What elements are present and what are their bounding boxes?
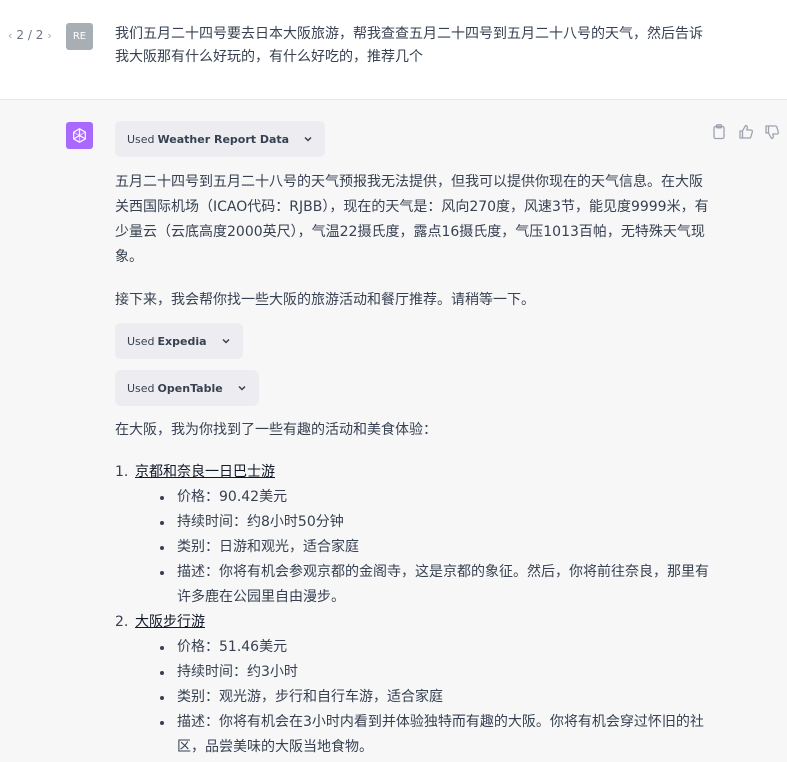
item-number: 1. bbox=[115, 464, 129, 480]
plugin-prefix: Used bbox=[127, 334, 155, 348]
detail-duration: 持续时间：约8小时50分钟 bbox=[135, 510, 715, 535]
plugin-prefix: Used bbox=[127, 132, 155, 146]
list-item: 1. 京都和奈良一日巴士游 价格：90.42美元 持续时间：约8小时50分钟 类… bbox=[115, 460, 715, 610]
user-avatar: RE bbox=[66, 23, 93, 50]
copy-icon[interactable] bbox=[712, 124, 728, 140]
detail-duration: 持续时间：约3小时 bbox=[135, 660, 715, 685]
plugin-prefix: Used bbox=[127, 381, 155, 395]
user-message-text: 我们五月二十四号要去日本大阪旅游，帮我查查五月二十四号到五月二十八号的天气，然后… bbox=[115, 26, 703, 65]
plugin-name: Expedia bbox=[157, 334, 207, 348]
detail-price: 价格：51.46美元 bbox=[135, 635, 715, 660]
response-pager: ‹ 2 / 2 › bbox=[8, 28, 52, 42]
item-details: 价格：90.42美元 持续时间：约8小时50分钟 类别：日游和观光，适合家庭 描… bbox=[135, 485, 715, 610]
thumbs-down-icon[interactable] bbox=[764, 124, 780, 140]
detail-description: 描述：你将有机会参观京都的金阁寺，这是京都的象征。然后，你将前往奈良，那里有许多… bbox=[135, 560, 715, 610]
item-number: 2. bbox=[115, 614, 129, 630]
weather-paragraph: 五月二十四号到五月二十八号的天气预报我无法提供，但我可以提供你现在的天气信息。在… bbox=[115, 174, 709, 265]
detail-category: 类别：日游和观光，适合家庭 bbox=[135, 535, 715, 560]
chevron-down-icon bbox=[222, 338, 230, 344]
recommendation-list: 1. 京都和奈良一日巴士游 价格：90.42美元 持续时间：约8小时50分钟 类… bbox=[115, 460, 715, 760]
openai-logo-icon bbox=[73, 128, 86, 143]
plugin-opentable-dropdown[interactable]: Used OpenTable bbox=[115, 370, 259, 406]
intro-paragraph: 接下来，我会帮你找一些大阪的旅游活动和餐厅推荐。请稍等一下。 bbox=[115, 292, 535, 308]
chevron-left-icon[interactable]: ‹ bbox=[8, 29, 12, 42]
detail-description: 描述：你将有机会在3小时内看到并体验独特而有趣的大阪。你将有机会穿过怀旧的社区，… bbox=[135, 710, 715, 760]
plugin-name: Weather Report Data bbox=[157, 132, 290, 146]
assistant-avatar bbox=[66, 122, 93, 149]
pager-count: 2 / 2 bbox=[16, 28, 44, 42]
chevron-right-icon[interactable]: › bbox=[47, 29, 51, 42]
chevron-down-icon bbox=[304, 136, 312, 142]
plugin-weather-dropdown[interactable]: Used Weather Report Data bbox=[115, 121, 326, 157]
detail-category: 类别：观光游，步行和自行车游，适合家庭 bbox=[135, 685, 715, 710]
plugin-expedia-dropdown[interactable]: Used Expedia bbox=[115, 323, 243, 359]
assistant-message-row: Used Weather Report Data 五月二十四号到五月二十八号的天… bbox=[0, 100, 787, 762]
item-title-link[interactable]: 大阪步行游 bbox=[135, 614, 205, 630]
plugin-name: OpenTable bbox=[157, 381, 223, 395]
results-intro: 在大阪，我为你找到了一些有趣的活动和美食体验： bbox=[115, 422, 437, 438]
message-actions bbox=[712, 124, 780, 140]
user-message-row: ‹ 2 / 2 › RE 我们五月二十四号要去日本大阪旅游，帮我查查五月二十四号… bbox=[0, 0, 787, 100]
item-title-link[interactable]: 京都和奈良一日巴士游 bbox=[135, 464, 275, 480]
item-details: 价格：51.46美元 持续时间：约3小时 类别：观光游，步行和自行车游，适合家庭… bbox=[135, 635, 715, 760]
thumbs-up-icon[interactable] bbox=[738, 124, 754, 140]
chevron-down-icon bbox=[238, 385, 246, 391]
list-item: 2. 大阪步行游 价格：51.46美元 持续时间：约3小时 类别：观光游，步行和… bbox=[115, 610, 715, 760]
detail-price: 价格：90.42美元 bbox=[135, 485, 715, 510]
